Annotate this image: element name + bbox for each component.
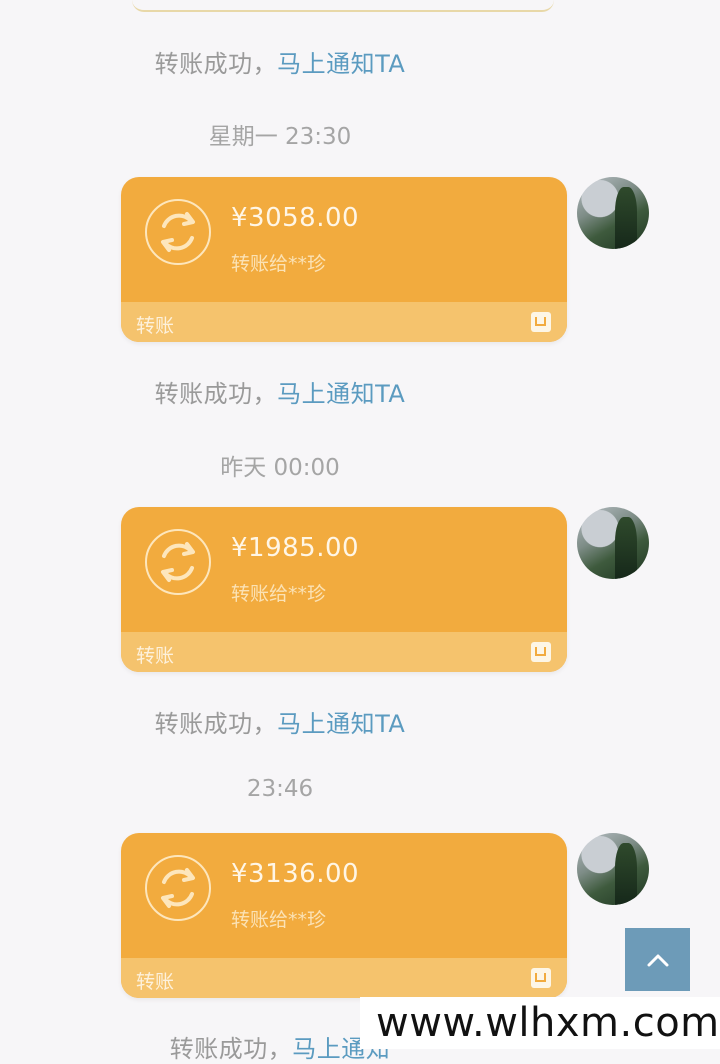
- notice-text: 转账成功，: [154, 380, 278, 408]
- notify-link[interactable]: 马上通知TA: [277, 380, 405, 408]
- wallet-icon: [531, 642, 551, 662]
- previous-transfer-card-edge: [132, 0, 554, 12]
- transfer-amount: ¥3058.00: [231, 203, 360, 233]
- card-footer: 转账: [121, 632, 567, 672]
- card-footer-label: 转账: [136, 315, 175, 337]
- notice-text: 转账成功，: [169, 1035, 293, 1063]
- notice-text: 转账成功，: [154, 710, 278, 738]
- message-timestamp: 昨天 00:00: [220, 455, 340, 481]
- avatar[interactable]: [577, 507, 649, 579]
- avatar[interactable]: [577, 833, 649, 905]
- transfer-card[interactable]: ¥3058.00 转账给**珍 转账: [121, 177, 567, 342]
- notice-text: 转账成功，: [154, 50, 278, 78]
- card-footer-label: 转账: [136, 971, 175, 993]
- notify-link[interactable]: 马上通知TA: [277, 50, 405, 78]
- transfer-amount: ¥3136.00: [231, 859, 360, 889]
- card-footer: 转账: [121, 302, 567, 342]
- transfer-recipient: 转账给**珍: [231, 583, 327, 605]
- transfer-success-notice: 转账成功，马上通知TA: [0, 374, 560, 409]
- transfer-recipient: 转账给**珍: [231, 909, 327, 931]
- transfer-arrows-icon: [145, 855, 211, 921]
- watermark: www.wlhxm.com: [360, 997, 720, 1049]
- avatar[interactable]: [577, 177, 649, 249]
- transfer-arrows-icon: [145, 199, 211, 265]
- scroll-to-top-button[interactable]: [625, 928, 690, 991]
- card-footer-label: 转账: [136, 645, 175, 667]
- notify-link[interactable]: 马上通知TA: [277, 710, 405, 738]
- transfer-arrows-icon: [145, 529, 211, 595]
- wallet-icon: [531, 312, 551, 332]
- wallet-icon: [531, 968, 551, 988]
- message-timestamp: 23:46: [246, 776, 314, 802]
- transfer-success-notice: 转账成功，马上通知TA: [0, 704, 560, 739]
- transfer-success-notice: 转账成功，马上通知TA: [0, 44, 560, 79]
- transfer-recipient: 转账给**珍: [231, 253, 327, 275]
- message-timestamp: 星期一 23:30: [208, 124, 352, 150]
- chevron-up-icon: [647, 954, 668, 966]
- transfer-amount: ¥1985.00: [231, 533, 360, 563]
- transfer-card[interactable]: ¥3136.00 转账给**珍 转账: [121, 833, 567, 998]
- transfer-card[interactable]: ¥1985.00 转账给**珍 转账: [121, 507, 567, 672]
- card-footer: 转账: [121, 958, 567, 998]
